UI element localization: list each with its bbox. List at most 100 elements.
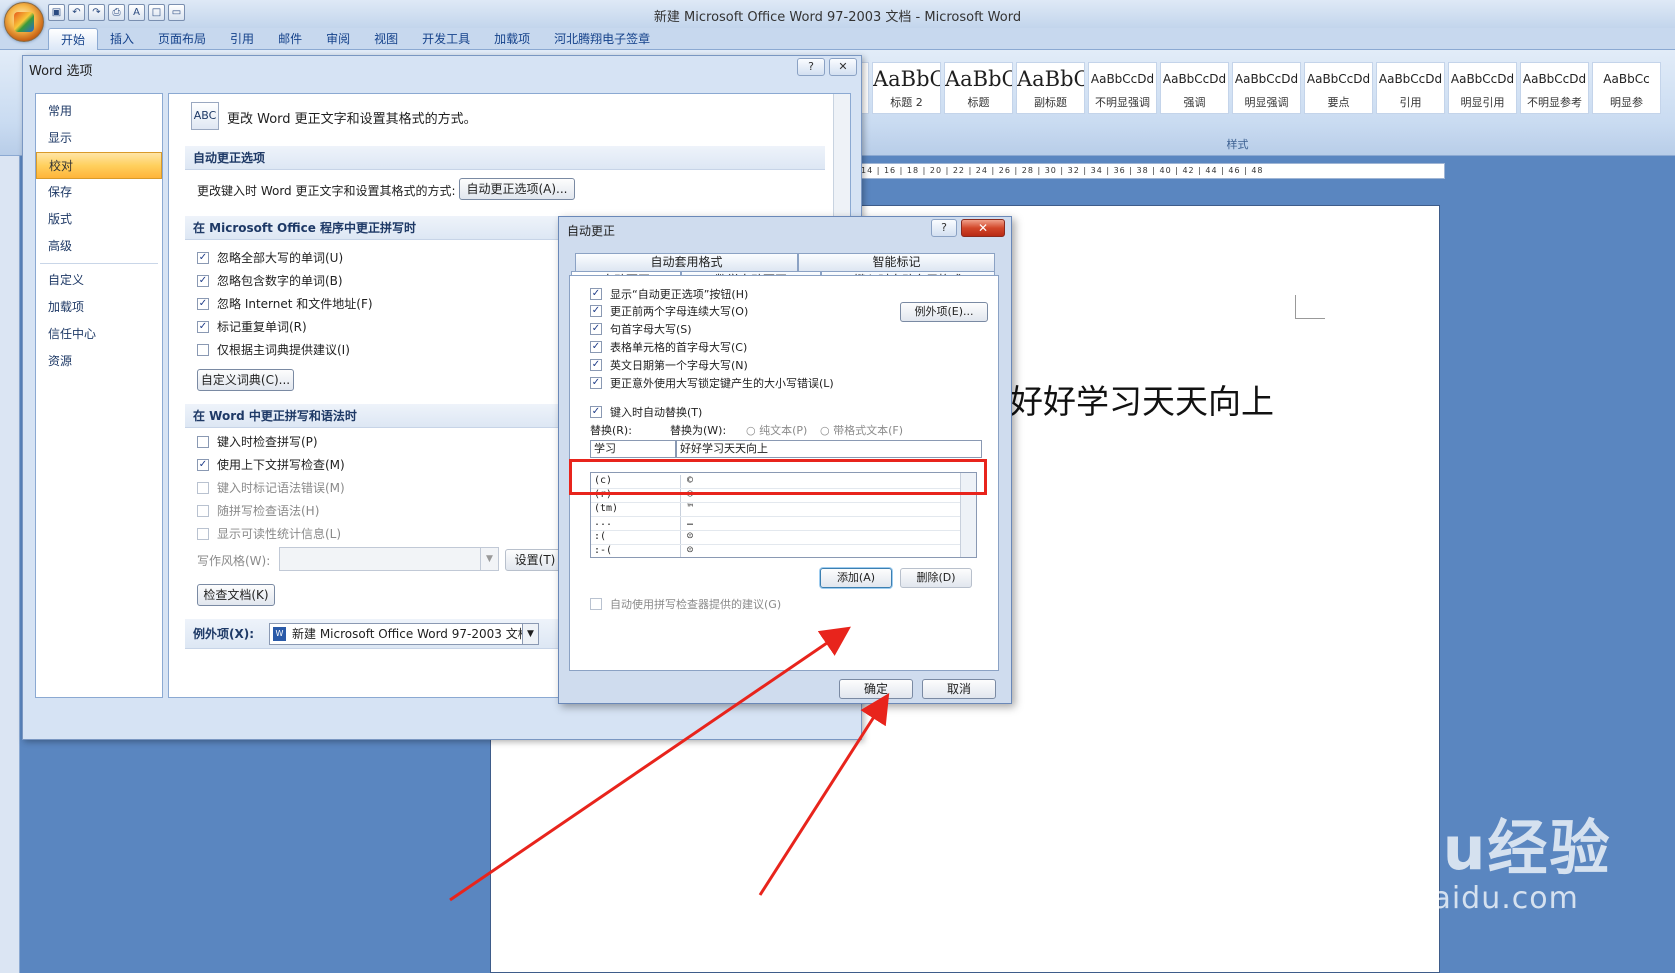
document-text[interactable]: 好好学习天天向上 (1010, 375, 1274, 423)
exceptions-select[interactable]: W 新建 Microsoft Office Word 97-2003 文档 ▼ (269, 623, 539, 645)
option-row[interactable]: ✓ 英文日期第一个字母大写(N) (590, 356, 834, 374)
nav-item-layout[interactable]: 版式 (36, 206, 162, 233)
option-row[interactable]: ✓ 更正意外使用大写锁定键产生的大小写错误(L) (590, 374, 834, 392)
autocorrect-options-button[interactable]: 自动更正选项(A)... (459, 178, 575, 200)
checkbox[interactable]: ✓ (590, 305, 602, 317)
checkbox[interactable] (197, 343, 209, 356)
tab-e-signature[interactable]: 河北腾翔电子签章 (542, 28, 662, 50)
list-item[interactable]: (tm) ™ (591, 503, 960, 517)
exceptions-button[interactable]: 例外项(E)... (900, 302, 988, 322)
style-tile[interactable]: AaBbCcDd 不明显强调 (1088, 62, 1157, 114)
style-tile[interactable]: AaBbCcDd 要点 (1304, 62, 1373, 114)
style-sample: AaBbCcDd (1378, 72, 1443, 86)
checkbox[interactable]: ✓ (590, 405, 602, 418)
custom-dictionaries-button[interactable]: 自定义词典(C)... (197, 369, 294, 391)
style-sample: AaBbCcDd (1522, 72, 1587, 86)
checkbox[interactable]: ✓ (197, 458, 209, 471)
nav-item-general[interactable]: 常用 (36, 98, 162, 125)
nav-item-advanced[interactable]: 高级 (36, 233, 162, 260)
option-row[interactable]: ✓ 更正前两个字母连续大写(O) (590, 302, 834, 320)
nav-item-customize[interactable]: 自定义 (36, 267, 162, 294)
close-button[interactable]: ✕ (961, 219, 1005, 237)
tab-review[interactable]: 审阅 (314, 28, 362, 50)
cancel-button[interactable]: 取消 (922, 679, 996, 699)
checkbox[interactable]: ✓ (590, 359, 602, 371)
option-row[interactable]: ✓ 忽略全部大写的单词(U) (197, 246, 373, 269)
style-tile[interactable]: AaBbCc 明显参 (1592, 62, 1661, 114)
tab-developer[interactable]: 开发工具 (410, 28, 482, 50)
list-item[interactable]: :-(☹ (591, 545, 960, 557)
tab-insert[interactable]: 插入 (98, 28, 146, 50)
nav-item-save[interactable]: 保存 (36, 179, 162, 206)
style-tile[interactable]: AaBbC 标题 (944, 62, 1013, 114)
replace-input[interactable]: 学习 (590, 440, 676, 458)
tab-smart-tags[interactable]: 智能标记 (798, 253, 995, 271)
margin-corner-mark (1295, 295, 1325, 319)
tab-autoformat[interactable]: 自动套用格式 (575, 253, 798, 271)
list-item[interactable]: :(☹ (591, 531, 960, 545)
checkbox[interactable]: ✓ (197, 251, 209, 264)
list-item-from: ... (591, 517, 681, 530)
check-document-button[interactable]: 检查文档(K) (197, 584, 275, 606)
delete-button: 删除(D) (900, 568, 972, 588)
help-button[interactable]: ? (797, 58, 825, 76)
tab-addins[interactable]: 加载项 (482, 28, 542, 50)
style-tile[interactable]: AaBbCcDd 引用 (1376, 62, 1445, 114)
add-button[interactable]: 添加(A) (820, 568, 892, 588)
checkbox[interactable]: ✓ (590, 287, 602, 300)
nav-item-display[interactable]: 显示 (36, 125, 162, 152)
checkbox[interactable]: ✓ (197, 320, 209, 333)
option-row[interactable]: ✓ 忽略 Internet 和文件地址(F) (197, 292, 373, 315)
option-row[interactable]: ✓ 使用上下文拼写检查(M) (197, 453, 345, 476)
option-row[interactable]: 键入时检查拼写(P) (197, 430, 345, 453)
tab-page-layout[interactable]: 页面布局 (146, 28, 218, 50)
style-tile[interactable]: AaBbCcDd 明显引用 (1448, 62, 1517, 114)
ok-button[interactable]: 确定 (839, 679, 913, 699)
option-row[interactable]: 仅根据主词典提供建议(I) (197, 338, 373, 361)
checkbox[interactable]: ✓ (590, 323, 602, 335)
option-row[interactable]: ✓ 忽略包含数字的单词(B) (197, 269, 373, 292)
checkbox[interactable]: ✓ (197, 274, 209, 287)
option-label: 更正前两个字母连续大写(O) (610, 305, 749, 318)
list-item-to: … (687, 517, 694, 528)
nav-item-addins[interactable]: 加载项 (36, 294, 162, 321)
option-label: 英文日期第一个字母大写(N) (610, 359, 748, 372)
office-button[interactable] (4, 2, 44, 42)
tab-mailings[interactable]: 邮件 (266, 28, 314, 50)
option-row[interactable]: ✓ 标记重复单词(R) (197, 315, 373, 338)
checkbox[interactable] (197, 435, 209, 448)
proofing-header: 更改 Word 更正文字和设置其格式的方式。 (227, 112, 477, 127)
style-tile[interactable]: AaBbCcDd 不明显参考 (1520, 62, 1589, 114)
list-item[interactable]: ... … (591, 517, 960, 531)
option-label: 键入时检查拼写(P) (217, 435, 318, 449)
checkbox[interactable]: ✓ (590, 377, 602, 389)
dialog-title: Word 选项 (29, 64, 93, 79)
nav-item-proofing[interactable]: 校对 (36, 152, 162, 179)
option-row[interactable]: ✓ 表格单元格的首字母大写(C) (590, 338, 834, 356)
style-tile[interactable]: AaBbC 副标题 (1016, 62, 1085, 114)
checkbox[interactable]: ✓ (590, 341, 602, 353)
checkbox[interactable]: ✓ (197, 297, 209, 310)
tab-home[interactable]: 开始 (48, 28, 99, 50)
help-button[interactable]: ? (931, 219, 957, 237)
nav-item-resources[interactable]: 资源 (36, 348, 162, 375)
style-sample: AaBbCc (1603, 72, 1650, 86)
style-name: 明显参 (1610, 96, 1643, 109)
with-input[interactable]: 好好学习天天向上 (676, 440, 982, 458)
option-label: 更正意外使用大写锁定键产生的大小写错误(L) (610, 377, 834, 390)
style-tile[interactable]: AaBbCcDd 明显强调 (1232, 62, 1301, 114)
style-sample: AaBbCcDd (1306, 72, 1371, 86)
option-row[interactable]: ✓ 句首字母大写(S) (590, 320, 834, 338)
style-tile[interactable]: AaBbCcDd 强调 (1160, 62, 1229, 114)
formatted-text-radio: ○ 带格式文本(F) (820, 424, 904, 437)
option-row[interactable]: ✓ 键入时自动替换(T) (590, 400, 702, 423)
tab-references[interactable]: 引用 (218, 28, 266, 50)
style-sample: AaBbC (1017, 67, 1084, 91)
checkbox (197, 504, 209, 517)
style-tile[interactable]: AaBbC 标题 2 (872, 62, 941, 114)
nav-item-trust-center[interactable]: 信任中心 (36, 321, 162, 348)
close-button[interactable]: ✕ (829, 58, 857, 76)
tab-view[interactable]: 视图 (362, 28, 410, 50)
chevron-down-icon[interactable]: ▼ (522, 624, 538, 644)
option-label: 自动使用拼写检查器提供的建议(G) (610, 597, 782, 611)
